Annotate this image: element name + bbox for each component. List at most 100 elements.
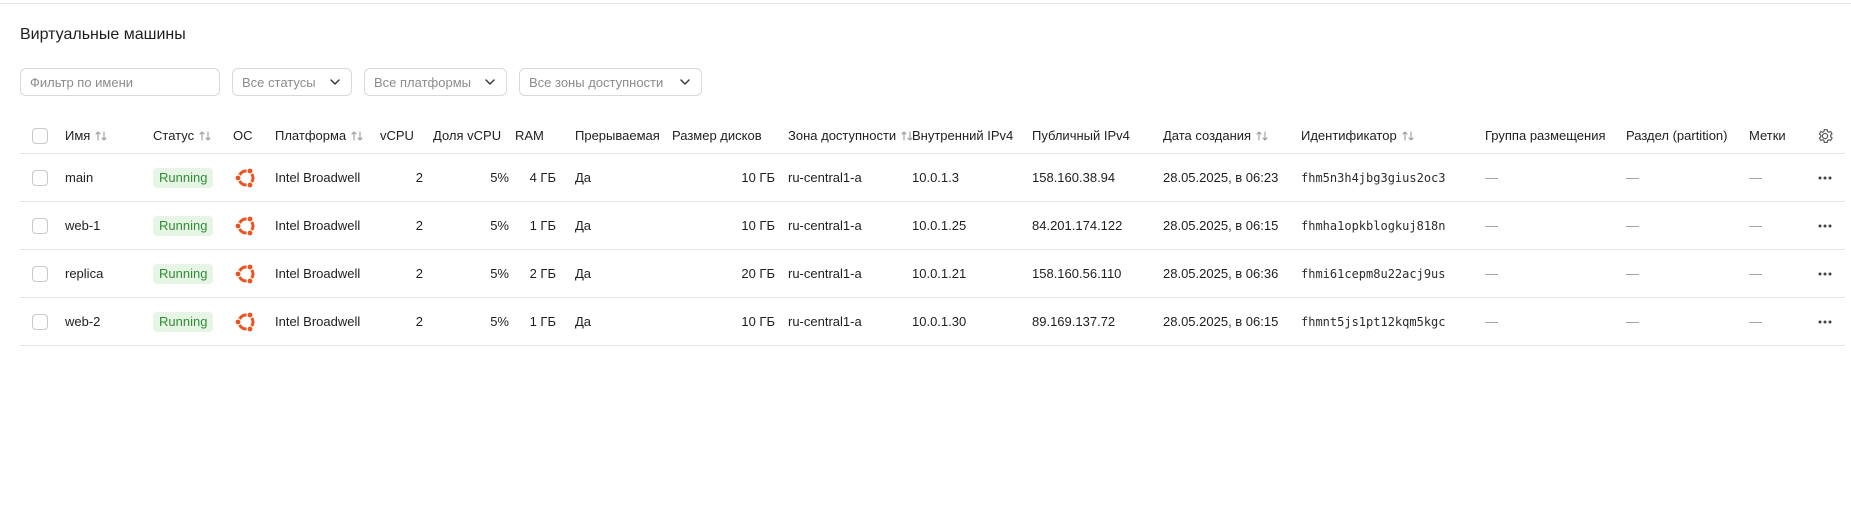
vm-name[interactable]: web-1 xyxy=(65,202,145,249)
created-date-cell: 28.05.2025, в 06:23 xyxy=(1163,170,1279,185)
labels-cell: — xyxy=(1749,314,1762,329)
row-checkbox[interactable] xyxy=(32,169,48,186)
sort-arrows-icon[interactable] xyxy=(350,129,364,143)
chevron-down-icon xyxy=(678,75,692,89)
sort-arrows-icon[interactable] xyxy=(94,129,108,143)
vm-name[interactable]: replica xyxy=(65,250,145,297)
placement-group-cell: — xyxy=(1485,218,1498,233)
row-checkbox[interactable] xyxy=(32,265,48,282)
column-header-platform[interactable]: Платформа xyxy=(275,118,385,153)
public-ip-cell: 158.160.38.94 xyxy=(1032,170,1116,185)
vm-id-cell: fhm5n3h4jbg3gius2oc3 xyxy=(1301,170,1446,185)
gear-icon[interactable] xyxy=(1816,127,1834,145)
page-title: Виртуальные машины xyxy=(20,26,186,43)
partition-cell: — xyxy=(1626,170,1639,185)
row-actions-cell xyxy=(1810,154,1840,201)
partition-cell: — xyxy=(1626,218,1639,233)
column-header-label: Публичный IPv4 xyxy=(1032,128,1130,143)
vcpu-share-cell: 5% xyxy=(490,170,509,185)
ubuntu-icon xyxy=(233,261,259,287)
sort-arrows-icon[interactable] xyxy=(1401,129,1415,143)
labels-cell: — xyxy=(1749,170,1762,185)
sort-arrows-icon[interactable] xyxy=(198,129,212,143)
platform-cell: Intel Broadwell xyxy=(275,314,361,329)
status-badge: Running xyxy=(153,311,214,332)
created-date-cell: 28.05.2025, в 06:36 xyxy=(1163,266,1279,281)
column-header-status[interactable]: Статус xyxy=(153,118,233,153)
vm-id-cell: fhmha1opkblogkuj818n xyxy=(1301,218,1446,233)
column-header-label: Дата создания xyxy=(1163,128,1252,143)
more-actions-icon[interactable] xyxy=(1816,169,1834,187)
name-filter-input[interactable] xyxy=(30,74,210,90)
column-header-vcpu: vCPU xyxy=(380,118,433,153)
column-header-label: Статус xyxy=(153,128,195,143)
platform-filter-value: Все платформы xyxy=(374,74,471,90)
vcpu-cell: 2 xyxy=(415,266,423,281)
row-select-cell xyxy=(32,202,52,249)
vcpu-share-cell: 5% xyxy=(490,314,509,329)
column-header-name[interactable]: Имя xyxy=(65,118,145,153)
ubuntu-icon xyxy=(233,165,259,191)
row-actions-cell xyxy=(1810,298,1840,345)
internal-ip-cell: 10.0.1.30 xyxy=(912,314,967,329)
status-filter-value: Все статусы xyxy=(242,74,316,90)
partition-cell: — xyxy=(1626,266,1639,281)
zone-cell: ru-central1-a xyxy=(788,170,862,185)
column-header-created[interactable]: Дата создания xyxy=(1163,118,1298,153)
ubuntu-icon xyxy=(233,309,259,335)
preemptible-cell: Да xyxy=(575,170,592,185)
more-actions-icon[interactable] xyxy=(1816,265,1834,283)
vcpu-cell: 2 xyxy=(415,314,423,329)
os-cell xyxy=(233,250,273,297)
row-select-cell xyxy=(32,250,52,297)
column-header-label: Размер дисков xyxy=(672,128,762,143)
created-date-cell: 28.05.2025, в 06:15 xyxy=(1163,218,1279,233)
column-header-id[interactable]: Идентификатор xyxy=(1301,118,1461,153)
internal-ip-cell: 10.0.1.25 xyxy=(912,218,967,233)
row-select-cell xyxy=(32,298,52,345)
vm-name[interactable]: web-2 xyxy=(65,298,145,345)
platform-cell: Intel Broadwell xyxy=(275,266,361,281)
column-header-placement-group: Группа размещения xyxy=(1485,118,1625,153)
os-cell xyxy=(233,202,273,249)
row-checkbox[interactable] xyxy=(32,313,48,330)
vm-name[interactable]: main xyxy=(65,154,145,201)
table-header-row: Имя Статус ОС Платформа vCPU Доля vCPU R… xyxy=(20,118,1845,154)
vcpu-cell: 2 xyxy=(415,170,423,185)
os-cell xyxy=(233,154,273,201)
placement-group-cell: — xyxy=(1485,266,1498,281)
status-cell: Running xyxy=(153,154,233,201)
ram-cell: 1 ГБ xyxy=(529,218,556,233)
name-filter-field[interactable] xyxy=(20,68,220,96)
more-actions-icon[interactable] xyxy=(1816,313,1834,331)
status-filter-select[interactable]: Все статусы xyxy=(232,68,352,96)
table-row[interactable]: web-1 Running Intel Broadwell 2 5% 1 ГБ … xyxy=(20,202,1845,250)
table-row[interactable]: web-2 Running Intel Broadwell 2 5% 1 ГБ … xyxy=(20,298,1845,346)
chevron-down-icon xyxy=(328,75,342,89)
table-row[interactable]: replica Running Intel Broadwell 2 5% 2 Г… xyxy=(20,250,1845,298)
status-cell: Running xyxy=(153,250,233,297)
zone-filter-select[interactable]: Все зоны доступности xyxy=(519,68,702,96)
ram-cell: 1 ГБ xyxy=(529,314,556,329)
row-checkbox[interactable] xyxy=(32,217,48,234)
column-header-label: Метки xyxy=(1749,128,1786,143)
column-header-labels: Метки xyxy=(1749,118,1809,153)
row-actions-cell xyxy=(1810,250,1840,297)
vcpu-share-cell: 5% xyxy=(490,266,509,281)
sort-arrows-icon[interactable] xyxy=(1255,129,1269,143)
platform-cell: Intel Broadwell xyxy=(275,170,361,185)
labels-cell: — xyxy=(1749,266,1762,281)
disk-size-cell: 10 ГБ xyxy=(741,170,775,185)
row-select-cell xyxy=(32,154,52,201)
column-header-zone[interactable]: Зона доступности xyxy=(788,118,928,153)
platform-filter-select[interactable]: Все платформы xyxy=(364,68,507,96)
chevron-down-icon xyxy=(483,75,497,89)
labels-cell: — xyxy=(1749,218,1762,233)
zone-cell: ru-central1-a xyxy=(788,314,862,329)
table-row[interactable]: main Running Intel Broadwell 2 5% 4 ГБ Д… xyxy=(20,154,1845,202)
column-header-label: RAM xyxy=(515,128,544,143)
more-actions-icon[interactable] xyxy=(1816,217,1834,235)
select-all-checkbox[interactable] xyxy=(32,127,48,144)
ram-cell: 4 ГБ xyxy=(529,170,556,185)
status-cell: Running xyxy=(153,298,233,345)
